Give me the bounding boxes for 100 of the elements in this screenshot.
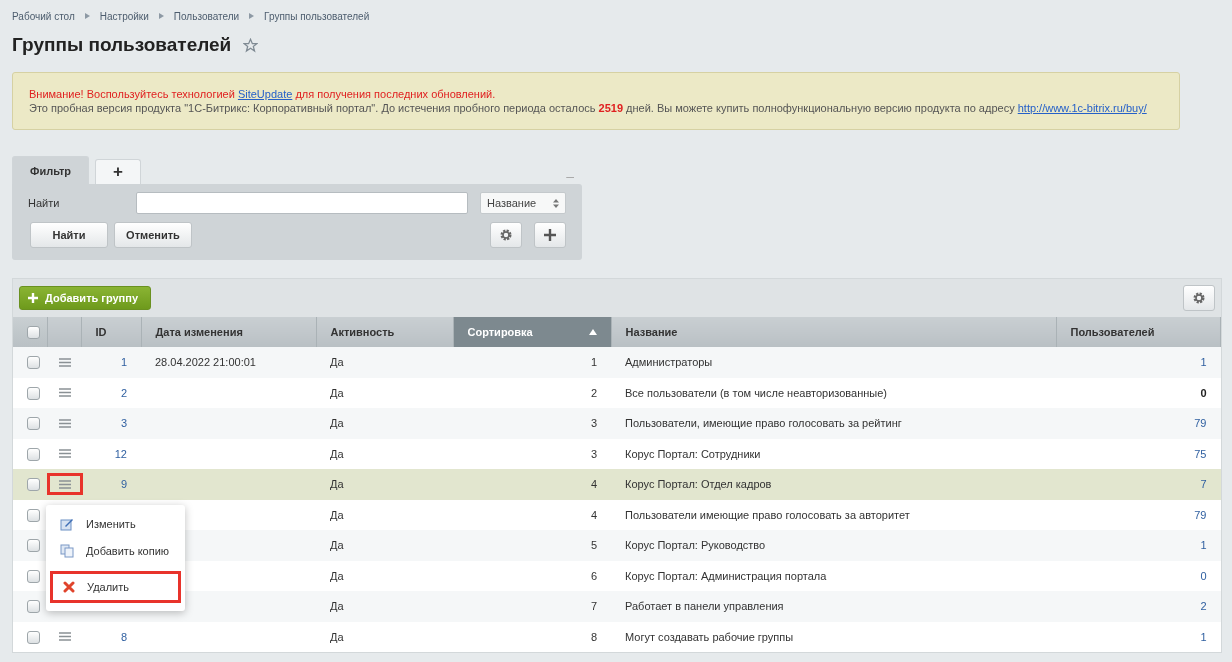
column-header[interactable]: Название xyxy=(611,317,1056,347)
column-header[interactable]: Активность xyxy=(316,317,453,347)
users-count: 0 xyxy=(1200,386,1207,399)
close-icon xyxy=(63,581,75,593)
trial-text: Это пробная версия продукта "1С-Битрикс: Корпоративный портал". До истечения пробного периода осталось 2519 дней. Вы можете купить полнофункциональную версию продукта по адресу http://www.1c-bitrix.ru/buy/ xyxy=(29,101,1148,115)
users-count-link[interactable]: 1 xyxy=(1200,630,1207,643)
id-link[interactable]: 8 xyxy=(120,630,127,643)
menu-item[interactable]: Добавить копию xyxy=(50,540,181,561)
table-row[interactable]: 12 Да 3 Корус Портал: Сотрудники 75 xyxy=(13,438,1221,469)
users-count-link[interactable]: 1 xyxy=(1200,356,1207,369)
active-text: Да xyxy=(330,386,344,399)
siteupdate-link[interactable]: SiteUpdate xyxy=(237,88,293,100)
field-select[interactable]: Название xyxy=(480,192,566,214)
group-name: Работает в панели управления xyxy=(625,600,784,613)
settings-icon xyxy=(500,229,512,241)
sort-up-icon xyxy=(588,329,597,335)
plus-icon xyxy=(28,293,38,303)
row-checkbox[interactable] xyxy=(27,508,40,522)
copy-icon xyxy=(60,543,74,558)
active-text: Да xyxy=(330,539,344,552)
menu-icon xyxy=(59,632,71,642)
table-row[interactable]: 2 Да 2 Все пользователи (в том числе неавторизованные) 0 xyxy=(13,377,1221,408)
settings-button[interactable] xyxy=(490,222,522,248)
users-count-link[interactable]: 79 xyxy=(1194,508,1207,521)
column-header[interactable]: ID xyxy=(81,317,141,347)
pencil-icon xyxy=(60,516,74,531)
chevron-icon xyxy=(84,13,90,19)
table-row[interactable]: 3 Да 3 Пользователи, имеющие право голосовать за рейтинг 79 xyxy=(13,408,1221,439)
breadcrumb-link[interactable]: Группы пользователей xyxy=(264,10,370,22)
users-count-link[interactable]: 75 xyxy=(1194,447,1207,460)
sort-text: 4 xyxy=(590,478,597,491)
search-field[interactable] xyxy=(136,192,468,214)
group-name: Пользователи, имеющие право голосовать за рейтинг xyxy=(625,417,902,430)
sort-text: 4 xyxy=(590,508,597,521)
add-tab[interactable]: + xyxy=(95,159,141,184)
find-button[interactable]: Найти xyxy=(30,222,108,248)
menu-icon xyxy=(59,418,71,428)
sort-text: 5 xyxy=(590,539,597,552)
row-checkbox[interactable] xyxy=(27,447,40,461)
sort-text: 2 xyxy=(590,386,597,399)
group-name: Администраторы xyxy=(625,356,713,369)
plus-icon xyxy=(544,229,556,241)
active-text: Да xyxy=(330,447,344,460)
table-row[interactable]: 9 Да 4 Корус Портал: Отдел кадров 7 xyxy=(13,469,1221,500)
sort-text: 6 xyxy=(590,569,597,582)
active-text: Да xyxy=(330,478,344,491)
menu-item[interactable]: Удалить xyxy=(50,571,181,603)
breadcrumb-link[interactable]: Настройки xyxy=(99,10,149,22)
sort-text: 7 xyxy=(590,600,597,613)
sort-arrows-icon xyxy=(553,198,559,208)
buy-link[interactable]: http://www.1c-bitrix.ru/buy/ xyxy=(1017,102,1147,114)
table-row[interactable]: 1 28.04.2022 21:00:01 Да 1 Администраторы 1 xyxy=(13,347,1221,378)
cancel-button[interactable]: Отменить xyxy=(114,222,192,248)
row-checkbox[interactable] xyxy=(27,478,40,492)
row-checkbox[interactable] xyxy=(27,600,40,614)
menu-icon xyxy=(59,449,71,459)
column-header[interactable]: Дата изменения xyxy=(141,317,316,347)
group-name: Корус Портал: Сотрудники xyxy=(625,447,761,460)
id-link[interactable]: 2 xyxy=(120,386,127,399)
group-name: Корус Портал: Администрация портала xyxy=(625,569,827,582)
users-count-link[interactable]: 1 xyxy=(1200,539,1207,552)
users-count-link[interactable]: 2 xyxy=(1200,600,1207,613)
group-name: Все пользователи (в том числе неавторизованные) xyxy=(625,386,887,399)
sort-text: 1 xyxy=(590,356,597,369)
table-row[interactable]: 8 Да 8 Могут создавать рабочие группы 1 xyxy=(13,621,1221,652)
sort-text: 3 xyxy=(590,417,597,430)
star-icon[interactable] xyxy=(243,37,259,53)
breadcrumb-link[interactable]: Рабочий стол xyxy=(12,10,75,22)
active-text: Да xyxy=(330,600,344,613)
column-header[interactable]: Пользователей xyxy=(1056,317,1221,347)
breadcrumb-link[interactable]: Пользователи xyxy=(173,10,240,22)
add-button[interactable] xyxy=(534,222,566,248)
select-all-checkbox[interactable] xyxy=(27,325,40,339)
active-text: Да xyxy=(330,630,344,643)
group-name: Корус Портал: Руководство xyxy=(625,539,766,552)
chevron-icon xyxy=(249,13,255,19)
users-count-link[interactable]: 0 xyxy=(1200,569,1207,582)
id-link[interactable]: 1 xyxy=(120,356,127,369)
id-link[interactable]: 9 xyxy=(120,478,127,491)
row-checkbox[interactable] xyxy=(27,386,40,400)
filter-tab[interactable]: Фильтр xyxy=(12,156,90,184)
id-link[interactable]: 3 xyxy=(120,417,127,430)
column-header[interactable]: Сортировка xyxy=(453,317,611,347)
users-count-link[interactable]: 79 xyxy=(1194,417,1207,430)
page-title: Группы пользователей xyxy=(12,34,232,56)
group-name: Пользователи имеющие право голосовать за авторитет xyxy=(625,508,910,521)
row-checkbox[interactable] xyxy=(27,356,40,370)
users-count-link[interactable]: 7 xyxy=(1200,478,1207,491)
active-text: Да xyxy=(330,508,344,521)
row-checkbox[interactable] xyxy=(27,630,40,644)
settings-button[interactable] xyxy=(1183,285,1215,311)
menu-icon xyxy=(59,388,71,398)
sort-text: 8 xyxy=(590,630,597,643)
row-checkbox[interactable] xyxy=(27,539,40,553)
row-checkbox[interactable] xyxy=(27,417,40,431)
id-link[interactable]: 12 xyxy=(114,447,127,460)
menu-icon xyxy=(59,479,71,489)
group-name: Могут создавать рабочие группы xyxy=(625,630,794,643)
row-checkbox[interactable] xyxy=(27,569,40,583)
row-menu-button[interactable] xyxy=(47,473,83,496)
